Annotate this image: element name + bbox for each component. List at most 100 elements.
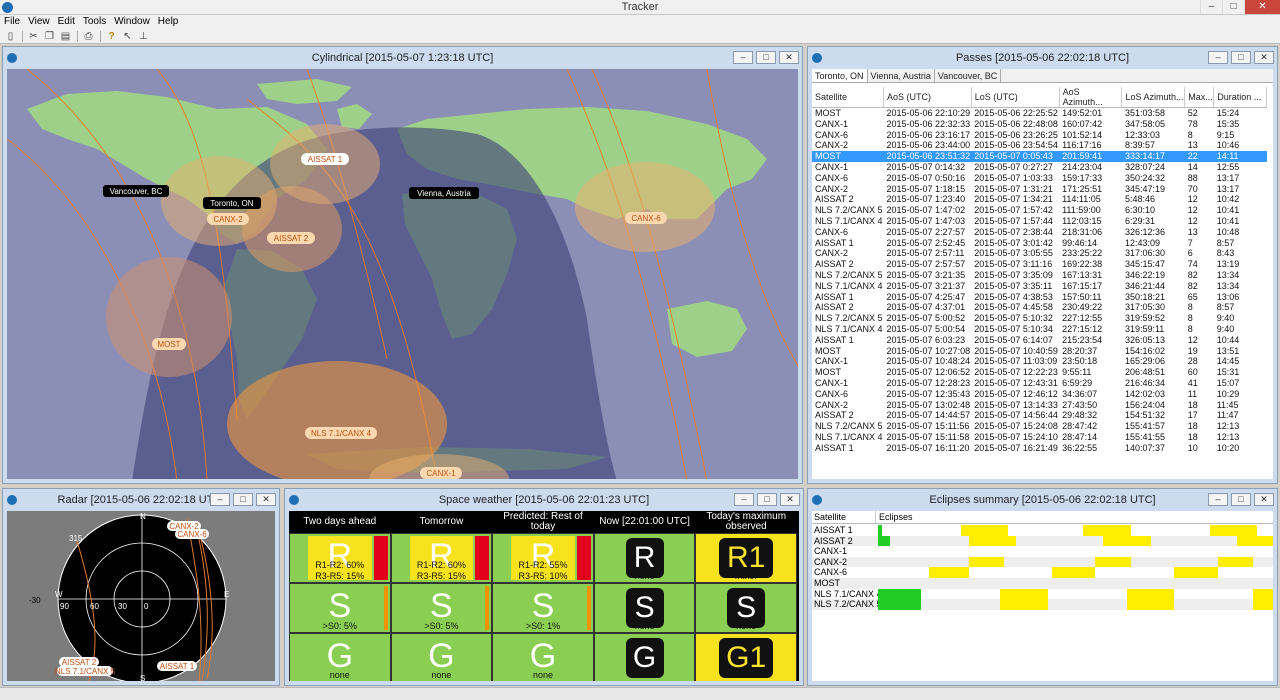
tab-toronto[interactable]: Toronto, ON bbox=[812, 69, 868, 82]
column-eclipses[interactable]: Eclipses bbox=[876, 511, 913, 523]
column-duration[interactable]: Duration ... bbox=[1213, 87, 1267, 108]
help-icon[interactable]: ? bbox=[104, 30, 119, 43]
table-cell: AISSAT 2 bbox=[815, 302, 854, 313]
paste-icon[interactable]: ▤ bbox=[58, 30, 73, 43]
column-aos-azimuth[interactable]: AoS Azimuth... bbox=[1059, 87, 1123, 108]
menu-tools[interactable]: Tools bbox=[79, 15, 110, 29]
pointer-icon[interactable]: ↖ bbox=[120, 30, 135, 43]
table-row[interactable]: CANX-6 2015-05-07 0:50:16 2015-05-07 1:03:… bbox=[812, 173, 1267, 184]
menu-view[interactable]: View bbox=[24, 15, 54, 29]
eclipse-row[interactable]: CANX-2 bbox=[812, 556, 1273, 568]
table-cell: 10:41 bbox=[1216, 205, 1240, 216]
table-cell: 2015-05-07 1:18:15 bbox=[886, 183, 966, 194]
eclipse-satellite-name: AISSAT 1 bbox=[814, 525, 853, 535]
close-icon[interactable]: ✕ bbox=[1254, 51, 1274, 64]
table-row[interactable]: AISSAT 2 2015-05-07 1:23:40 2015-05-07 1:3… bbox=[812, 194, 1267, 205]
table-cell: NLS 7.2/CANX 5 bbox=[815, 205, 883, 216]
table-row[interactable]: AISSAT 1 2015-05-07 16:11:20 2015-05-07 16… bbox=[812, 443, 1267, 454]
eclipse-row[interactable]: MOST bbox=[812, 578, 1273, 589]
column-satellite[interactable]: Satellite bbox=[812, 511, 876, 523]
table-cell: 70 bbox=[1187, 183, 1198, 194]
table-row[interactable]: CANX-1 2015-05-06 22:32:33 2015-05-06 22:4… bbox=[812, 119, 1267, 130]
close-icon[interactable]: ✕ bbox=[1244, 0, 1280, 14]
minimize-icon[interactable]: – bbox=[1208, 51, 1228, 64]
minimize-icon[interactable]: – bbox=[733, 51, 753, 64]
eclipse-row[interactable]: NLS 7.1/CANX 4 bbox=[812, 588, 1273, 600]
radar-view[interactable]: N E S W 0 30 60 90 -30 315 CANX-2 CANX-6… bbox=[7, 511, 275, 681]
table-row[interactable]: AISSAT 1 2015-05-07 2:52:45 2015-05-07 3:0… bbox=[812, 238, 1267, 249]
copy-icon[interactable]: ❐ bbox=[42, 30, 57, 43]
table-row[interactable]: CANX-1 2015-05-07 0:14:32 2015-05-07 0:27:… bbox=[812, 162, 1267, 173]
table-row[interactable]: NLS 7.1/CANX 4 2015-05-07 15:11:58 2015-05… bbox=[812, 432, 1267, 443]
minimize-icon[interactable]: – bbox=[1200, 0, 1222, 14]
table-row[interactable]: AISSAT 2 2015-05-07 4:37:01 2015-05-07 4:4… bbox=[812, 302, 1267, 313]
column-los[interactable]: LoS (UTC) bbox=[971, 87, 1060, 108]
table-row[interactable]: MOST 2015-05-07 10:27:08 2015-05-07 10:40:… bbox=[812, 346, 1267, 357]
eclipse-satellite-name: CANX-1 bbox=[814, 546, 848, 557]
pin-icon[interactable]: ⊥ bbox=[136, 30, 151, 43]
close-icon[interactable]: ✕ bbox=[1254, 493, 1274, 506]
world-map[interactable]: AISSAT 1 CANX-2 AISSAT 2 CANX-6 MOST NLS… bbox=[7, 69, 798, 479]
table-row[interactable]: MOST 2015-05-06 23:51:32 2015-05-07 0:05:4… bbox=[812, 151, 1267, 162]
cut-icon[interactable]: ✂ bbox=[26, 30, 41, 43]
table-row[interactable]: AISSAT 1 2015-05-07 6:03:23 2015-05-07 6:1… bbox=[812, 335, 1267, 346]
eclipse-row[interactable]: CANX-6 bbox=[812, 567, 1273, 578]
print-icon[interactable]: ⎙ bbox=[81, 30, 96, 43]
table-row[interactable]: AISSAT 1 2015-05-07 4:25:47 2015-05-07 4:3… bbox=[812, 292, 1267, 303]
table-row[interactable]: NLS 7.2/CANX 5 2015-05-07 1:47:02 2015-05-… bbox=[812, 205, 1267, 216]
new-icon[interactable]: ▯ bbox=[3, 30, 18, 43]
table-row[interactable]: CANX-6 2015-05-07 12:35:43 2015-05-07 12:4… bbox=[812, 389, 1267, 400]
table-row[interactable]: CANX-1 2015-05-07 12:28:23 2015-05-07 12:4… bbox=[812, 378, 1267, 389]
minimize-icon[interactable]: – bbox=[1208, 493, 1228, 506]
table-row[interactable]: AISSAT 2 2015-05-07 14:44:57 2015-05-07 14… bbox=[812, 410, 1267, 421]
menu-window[interactable]: Window bbox=[110, 15, 154, 29]
table-row[interactable]: CANX-2 2015-05-06 23:44:00 2015-05-06 23:5… bbox=[812, 140, 1267, 151]
table-cell: 345:15:47 bbox=[1124, 259, 1165, 270]
table-cell: 2015-05-07 0:14:32 bbox=[886, 161, 966, 172]
restore-icon[interactable]: □ bbox=[233, 493, 253, 506]
table-row[interactable]: CANX-6 2015-05-07 2:27:57 2015-05-07 2:38:… bbox=[812, 227, 1267, 238]
table-row[interactable]: NLS 7.2/CANX 5 2015-05-07 3:21:35 2015-05-… bbox=[812, 270, 1267, 281]
table-cell: 11:45 bbox=[1216, 399, 1239, 410]
eclipse-row[interactable]: AISSAT 2 bbox=[812, 535, 1273, 547]
restore-icon[interactable]: □ bbox=[757, 493, 777, 506]
eclipse-row[interactable]: AISSAT 1 bbox=[812, 525, 1273, 536]
eclipse-timeline bbox=[878, 567, 1273, 578]
table-row[interactable]: NLS 7.1/CANX 4 2015-05-07 3:21:37 2015-05-… bbox=[812, 281, 1267, 292]
minimize-icon[interactable]: – bbox=[210, 493, 230, 506]
table-row[interactable]: AISSAT 2 2015-05-07 2:57:57 2015-05-07 3:1… bbox=[812, 259, 1267, 270]
restore-icon[interactable]: □ bbox=[1231, 493, 1251, 506]
tab-vancouver[interactable]: Vancouver, BC bbox=[935, 69, 1002, 82]
space-weather-cell-s: S >S0: 1% bbox=[492, 583, 594, 633]
table-row[interactable]: NLS 7.2/CANX 5 2015-05-07 5:00:52 2015-05-… bbox=[812, 313, 1267, 324]
table-row[interactable]: NLS 7.1/CANX 4 2015-05-07 1:47:03 2015-05-… bbox=[812, 216, 1267, 227]
table-row[interactable]: CANX-1 2015-05-07 10:48:24 2015-05-07 11:0… bbox=[812, 356, 1267, 367]
column-aos[interactable]: AoS (UTC) bbox=[883, 87, 972, 108]
menu-edit[interactable]: Edit bbox=[54, 15, 79, 29]
table-cell: 12:43:09 bbox=[1124, 237, 1160, 248]
maximize-icon[interactable]: □ bbox=[1222, 0, 1244, 14]
radar-label-n: N bbox=[140, 512, 146, 521]
table-row[interactable]: CANX-2 2015-05-07 2:57:11 2015-05-07 3:05:… bbox=[812, 248, 1267, 259]
table-row[interactable]: NLS 7.2/CANX 5 2015-05-07 15:11:56 2015-05… bbox=[812, 421, 1267, 432]
table-row[interactable]: CANX-6 2015-05-06 23:16:17 2015-05-06 23:2… bbox=[812, 130, 1267, 141]
restore-icon[interactable]: □ bbox=[756, 51, 776, 64]
close-icon[interactable]: ✕ bbox=[256, 493, 276, 506]
close-icon[interactable]: ✕ bbox=[780, 493, 800, 506]
column-satellite[interactable]: Satellite bbox=[812, 87, 885, 108]
table-row[interactable]: MOST 2015-05-07 12:06:52 2015-05-07 12:22:… bbox=[812, 367, 1267, 378]
tab-vienna[interactable]: Vienna, Austria bbox=[868, 69, 935, 82]
table-row[interactable]: MOST 2015-05-06 22:10:29 2015-05-06 22:25:… bbox=[812, 108, 1267, 119]
menu-file[interactable]: File bbox=[0, 15, 24, 29]
eclipse-row[interactable]: CANX-1 bbox=[812, 546, 1273, 557]
eclipse-row[interactable]: NLS 7.2/CANX 5 bbox=[812, 599, 1273, 610]
minimize-icon[interactable]: – bbox=[734, 493, 754, 506]
column-max[interactable]: Max... bbox=[1184, 87, 1215, 108]
restore-icon[interactable]: □ bbox=[1231, 51, 1251, 64]
close-icon[interactable]: ✕ bbox=[779, 51, 799, 64]
table-row[interactable]: CANX-2 2015-05-07 1:18:15 2015-05-07 1:31:… bbox=[812, 184, 1267, 195]
menu-help[interactable]: Help bbox=[154, 15, 183, 29]
table-row[interactable]: CANX-2 2015-05-07 13:02:48 2015-05-07 13:1… bbox=[812, 400, 1267, 411]
table-row[interactable]: NLS 7.1/CANX 4 2015-05-07 5:00:54 2015-05-… bbox=[812, 324, 1267, 335]
column-los-azimuth[interactable]: LoS Azimuth... bbox=[1121, 87, 1186, 108]
